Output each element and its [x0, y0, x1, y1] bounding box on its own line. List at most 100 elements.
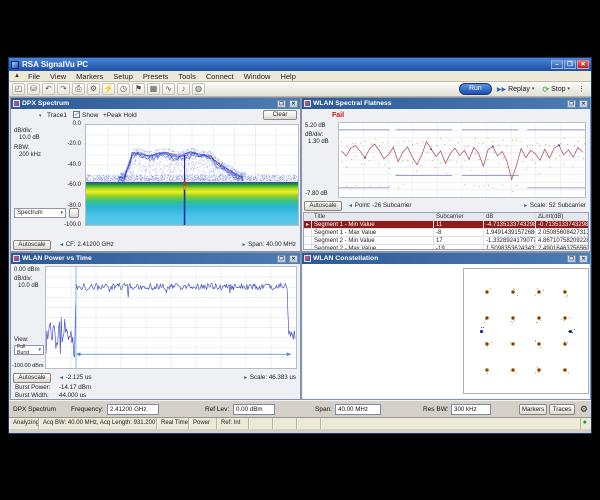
dpx-title-bar[interactable]: DPX Spectrum ❐ ✕	[11, 98, 300, 109]
span-field[interactable]	[335, 404, 381, 415]
bottom-ref-value[interactable]: -100.00 dBm	[12, 363, 44, 370]
scale-readout[interactable]: ► Scale: 46.383 us	[243, 373, 296, 383]
window-title: RSA SignalVu PC	[22, 60, 550, 69]
menu-help[interactable]: Help	[275, 72, 300, 81]
undo-icon[interactable]: ↶	[42, 83, 55, 95]
chevron-down-icon: ▾	[38, 347, 41, 353]
view-select[interactable]: Full Burst ▾	[14, 345, 44, 355]
table-row[interactable]: Segment 2 - Max Value -19 1.509835362434…	[304, 245, 588, 250]
cf-readout[interactable]: ◄ CF: 2.41200 GHz	[59, 240, 114, 250]
col-subcarrier[interactable]: Subcarrier	[434, 213, 484, 220]
panel-close-icon[interactable]: ✕	[579, 255, 588, 263]
offset-readout[interactable]: ◄ -2.125 us	[59, 373, 92, 383]
presets-icon[interactable]: ◍	[192, 83, 205, 95]
db-div-value[interactable]: 10.0 dB	[18, 283, 39, 290]
panel-maximize-icon[interactable]: ❐	[277, 100, 286, 108]
menu-setup[interactable]: Setup	[108, 72, 138, 81]
menu-window[interactable]: Window	[239, 72, 276, 81]
point-readout[interactable]: ◄ Point: -26 Subcarrier	[348, 201, 411, 211]
panel-close-icon[interactable]: ✕	[289, 255, 298, 263]
autoscale-button[interactable]: Autoscale	[13, 373, 51, 383]
flatness-title-bar[interactable]: WLAN Spectral Flatness ❐ ✕	[302, 98, 590, 109]
trace-dropdown-caret[interactable]: ▾	[39, 113, 42, 120]
displays-icon[interactable]: ▦	[147, 83, 160, 95]
redo-icon[interactable]: ↷	[57, 83, 70, 95]
bottom-ref-value[interactable]: -7.80 dB	[305, 191, 328, 198]
overflow-icon[interactable]: ⋮	[575, 85, 588, 93]
right-arrow-icon[interactable]: ►	[241, 242, 246, 248]
analysis-icon[interactable]: ∿	[162, 83, 175, 95]
status-empty-cell	[249, 418, 273, 429]
menu-view[interactable]: View	[45, 72, 71, 81]
minimize-button[interactable]: –	[551, 60, 563, 69]
constellation-speck	[484, 322, 485, 323]
left-arrow-icon[interactable]: ◄	[59, 242, 64, 248]
db-div-value[interactable]: 10.0 dB	[19, 135, 40, 142]
peak-hold-label[interactable]: +Peak Hold	[103, 112, 137, 119]
menu-connect[interactable]: Connect	[201, 72, 239, 81]
menu-file[interactable]: File	[23, 72, 45, 81]
clear-button[interactable]: Clear	[263, 110, 297, 120]
dpx-plot[interactable]	[85, 124, 299, 226]
save-icon[interactable]: ⛁	[27, 83, 40, 95]
panel-close-icon[interactable]: ✕	[289, 100, 298, 108]
maximize-button[interactable]: ❐	[564, 60, 576, 69]
col-dlmt[interactable]: ΔLmt(dB)	[536, 213, 588, 220]
show-checkbox[interactable]: ✓	[73, 111, 80, 118]
frequency-field[interactable]	[107, 404, 159, 415]
markers-button[interactable]: Markers	[519, 404, 547, 415]
audio-icon[interactable]: ♪	[177, 83, 190, 95]
display-mode-select[interactable]: Spectrum ▾	[14, 208, 66, 218]
panel-close-icon[interactable]: ✕	[579, 100, 588, 108]
status-ref: Ref: Int	[217, 418, 249, 429]
rbw-value[interactable]: 200 kHz	[19, 152, 41, 159]
trace-selector[interactable]: Trace1	[47, 112, 67, 119]
trigger-icon[interactable]: ⚡	[102, 83, 115, 95]
autoscale-button[interactable]: Autoscale	[304, 201, 342, 211]
print-icon[interactable]: ⎙	[72, 83, 85, 95]
table-row[interactable]: Segment 1 - Max Value -8 1.9491439157268…	[304, 229, 588, 237]
right-arrow-icon[interactable]: ►	[243, 375, 248, 381]
span-readout[interactable]: ► Span: 40.00 MHz	[241, 240, 296, 250]
settings-gear-icon[interactable]: ⚙	[580, 404, 588, 414]
window-title-bar[interactable]: RSA SignalVu PC – ❐ ✕	[9, 58, 591, 71]
constellation-box[interactable]	[463, 268, 589, 394]
right-arrow-icon[interactable]: ►	[523, 203, 528, 209]
pin-icon[interactable]: ▲	[11, 73, 23, 79]
run-button[interactable]: Run	[459, 83, 492, 95]
close-button[interactable]: ✕	[577, 60, 589, 69]
row-selector	[304, 229, 312, 236]
left-arrow-icon[interactable]: ◄	[348, 203, 353, 209]
col-title[interactable]: Title	[312, 213, 434, 220]
traces-button[interactable]: Traces	[549, 404, 575, 415]
constellation-title-bar[interactable]: WLAN Constellation ❐ ✕	[302, 253, 590, 264]
panel-maximize-icon[interactable]: ❐	[567, 100, 576, 108]
flatness-plot[interactable]	[338, 122, 586, 198]
res-bw-field[interactable]	[451, 404, 491, 415]
menu-tools[interactable]: Tools	[173, 72, 201, 81]
constellation-speck	[566, 296, 567, 297]
menu-markers[interactable]: Markers	[71, 72, 108, 81]
col-db[interactable]: dB	[484, 213, 536, 220]
top-ref-value[interactable]: 5.20 dB	[305, 123, 326, 130]
table-row[interactable]: Segment 2 - Min Value 17 -1.332892417907…	[304, 237, 588, 245]
pvt-title-bar[interactable]: WLAN Power vs Time ❐ ✕	[11, 253, 300, 264]
open-file-icon[interactable]: ◰	[12, 83, 25, 95]
markers-icon[interactable]: ⚑	[132, 83, 145, 95]
autoscale-button[interactable]: Autoscale	[13, 240, 51, 250]
scale-readout[interactable]: ► Scale: 52 Subcarrier	[523, 201, 586, 211]
replay-button[interactable]: ▶▶ Replay ▾	[494, 86, 538, 93]
time-settings-icon[interactable]: ◷	[117, 83, 130, 95]
panel-maximize-icon[interactable]: ❐	[567, 255, 576, 263]
ref-lev-field[interactable]	[233, 404, 275, 415]
left-arrow-icon[interactable]: ◄	[59, 375, 64, 381]
db-div-value[interactable]: 1.30 dB	[308, 139, 329, 146]
display-grid-button[interactable]	[69, 208, 79, 218]
stop-button[interactable]: ⟳ Stop ▾	[539, 85, 573, 94]
pvt-plot[interactable]	[45, 266, 297, 369]
menu-presets[interactable]: Presets	[138, 72, 173, 81]
table-row[interactable]: ▸ Segment 1 - Min Value 11 -4.7135133743…	[304, 221, 588, 229]
acquisition-settings-icon[interactable]: ⚙	[87, 83, 100, 95]
panel-maximize-icon[interactable]: ❐	[277, 255, 286, 263]
top-ref-value[interactable]: 0.00 dBm	[14, 267, 40, 274]
